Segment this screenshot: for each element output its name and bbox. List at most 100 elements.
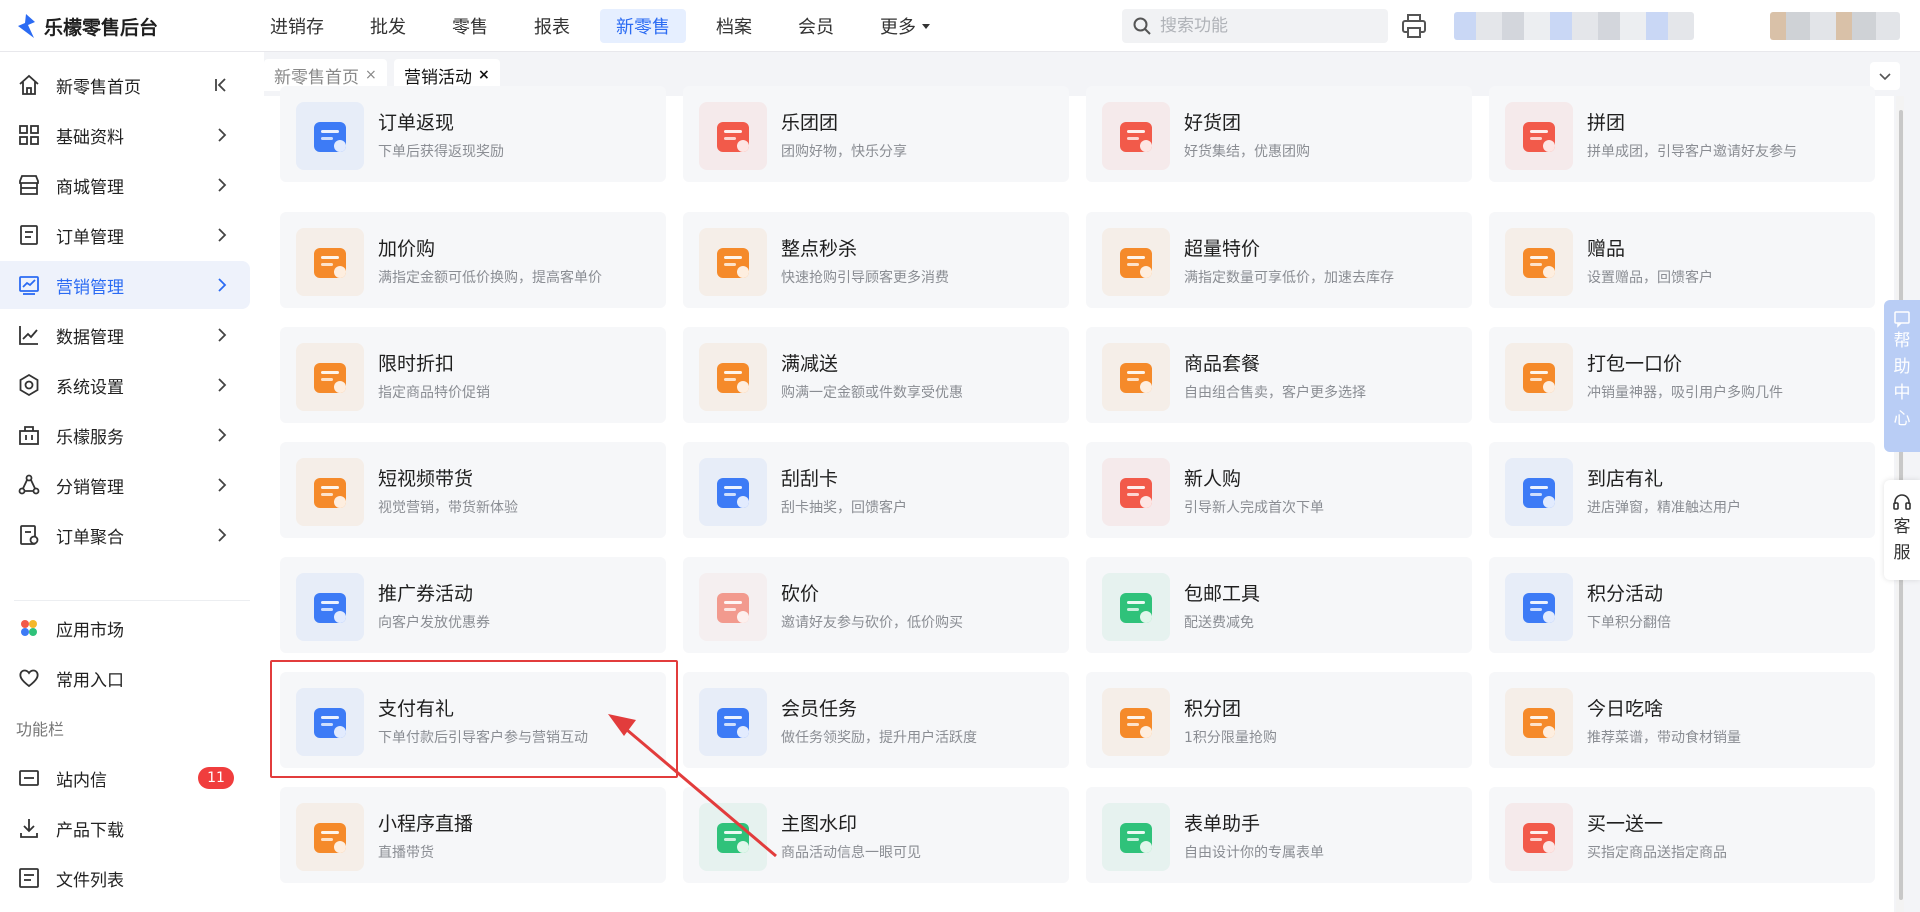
service-label-char: 服 bbox=[1893, 543, 1911, 563]
activity-card[interactable]: 积分活动 下单积分翻倍 bbox=[1489, 557, 1875, 653]
chevron-right-icon bbox=[218, 428, 227, 442]
activity-card[interactable]: 限时折扣 指定商品特价促销 bbox=[280, 327, 666, 423]
nav-wholesale[interactable]: 批发 bbox=[354, 9, 422, 43]
points-star-icon bbox=[1505, 573, 1573, 641]
sidebar-item-services[interactable]: 乐檬服务 bbox=[0, 411, 250, 459]
activity-title: 满减送 bbox=[781, 353, 839, 375]
activity-card[interactable]: 商品套餐 自由组合售卖，客户更多选择 bbox=[1086, 327, 1472, 423]
sidebar-item-label: 新零售首页 bbox=[56, 77, 141, 98]
sidebar-item-app-market[interactable]: 应用市场 bbox=[0, 604, 250, 652]
nav-reports[interactable]: 报表 bbox=[518, 9, 586, 43]
activity-title: 乐团团 bbox=[781, 112, 839, 134]
sidebar-item-order-aggregate[interactable]: 订单聚合 bbox=[0, 511, 250, 559]
activity-description: 购满一定金额或件数享受优惠 bbox=[781, 385, 963, 401]
activity-card[interactable]: 短视频带货 视觉营销，带货新体验 bbox=[280, 442, 666, 538]
add-price-icon bbox=[296, 228, 364, 296]
activity-title: 推广券活动 bbox=[378, 583, 474, 605]
nav-retail[interactable]: 零售 bbox=[436, 9, 504, 43]
search-box[interactable] bbox=[1122, 9, 1388, 43]
activity-card[interactable]: 超量特价 满指定数量可享低价，加速去库存 bbox=[1086, 212, 1472, 308]
nav-archive[interactable]: 档案 bbox=[700, 9, 768, 43]
activity-card[interactable]: 订单返现 下单后获得返现奖励 bbox=[280, 86, 666, 182]
activity-title: 赠品 bbox=[1587, 238, 1626, 260]
top-bar: 乐檬零售后台 进销存 批发 零售 报表 新零售 档案 会员 更多 bbox=[0, 0, 1920, 52]
activity-card[interactable]: 支付有礼下单付款后引导客户参与营销互动 bbox=[280, 672, 666, 768]
sidebar-item-marketing[interactable]: 营销管理 bbox=[0, 261, 250, 309]
sidebar-item-data[interactable]: 数据管理 bbox=[0, 311, 250, 359]
activity-card[interactable]: 乐团团 团购好物，快乐分享 bbox=[683, 86, 1069, 182]
activity-description: 下单付款后引导客户参与营销互动 bbox=[378, 730, 588, 746]
activity-card[interactable]: 积分团 1积分限量抢购 bbox=[1086, 672, 1472, 768]
sidebar-item-downloads[interactable]: 产品下载 bbox=[0, 804, 250, 852]
activity-card[interactable]: 好货团 好货集结，优惠团购 bbox=[1086, 86, 1472, 182]
activity-card[interactable]: 今日吃啥 推荐菜谱，带动食材销量 bbox=[1489, 672, 1875, 768]
activity-card[interactable]: 小程序直播 直播带货 bbox=[280, 787, 666, 883]
brand[interactable]: 乐檬零售后台 bbox=[14, 12, 158, 40]
activity-card[interactable]: 主图水印 商品活动信息一眼可见 bbox=[683, 787, 1069, 883]
activity-description: 推荐菜谱，带动食材销量 bbox=[1587, 730, 1741, 746]
sidebar-item-file-list[interactable]: 文件列表 bbox=[0, 854, 250, 902]
activity-title: 订单返现 bbox=[378, 112, 455, 134]
activity-card[interactable]: 刮刮卡 刮卡抽奖，回馈客户 bbox=[683, 442, 1069, 538]
message-icon bbox=[1894, 311, 1910, 328]
nav-new-retail[interactable]: 新零售 bbox=[600, 9, 686, 43]
activity-card[interactable]: 拼团 拼单成团，引导客户邀请好友参与 bbox=[1489, 86, 1875, 182]
sidebar-item-distribution[interactable]: 分销管理 bbox=[0, 461, 250, 509]
storefront-icon bbox=[1505, 458, 1573, 526]
sidebar-item-home[interactable]: 新零售首页 bbox=[0, 61, 250, 109]
close-icon[interactable]: × bbox=[478, 67, 490, 83]
activity-title: 表单助手 bbox=[1184, 813, 1261, 835]
alarm-clock-icon bbox=[296, 343, 364, 411]
search-input[interactable] bbox=[1160, 16, 1380, 36]
aggregate-icon bbox=[16, 522, 42, 548]
activity-card[interactable]: 满减送购满一定金额或件数享受优惠 bbox=[683, 327, 1069, 423]
nav-more[interactable]: 更多 bbox=[864, 9, 948, 43]
tab-dropdown-button[interactable] bbox=[1870, 62, 1900, 90]
price-tag-icon bbox=[1102, 228, 1170, 296]
activity-title: 短视频带货 bbox=[378, 468, 474, 490]
nav-members[interactable]: 会员 bbox=[782, 9, 850, 43]
sidebar-item-settings[interactable]: 系统设置 bbox=[0, 361, 250, 409]
activity-title: 支付有礼 bbox=[378, 698, 455, 720]
sidebar-item-label: 常用入口 bbox=[56, 670, 124, 691]
activity-title: 商品套餐 bbox=[1184, 353, 1261, 375]
activity-title: 砍价 bbox=[781, 583, 820, 605]
payment-card-icon bbox=[296, 688, 364, 756]
activity-card[interactable]: 买一送一 买指定商品送指定商品 bbox=[1489, 787, 1875, 883]
sidebar-item-messages[interactable]: 站内信 11 bbox=[0, 754, 250, 802]
activity-card[interactable]: 砍价 邀请好友参与砍价，低价购买 bbox=[683, 557, 1069, 653]
sidebar-item-favorites[interactable]: 常用入口 bbox=[0, 654, 250, 702]
heart-icon bbox=[16, 665, 42, 691]
chevron-right-icon bbox=[218, 528, 227, 542]
chevron-right-icon bbox=[218, 378, 227, 392]
activity-card[interactable]: 推广券活动 向客户发放优惠券 bbox=[280, 557, 666, 653]
group-buy-icon bbox=[699, 102, 767, 170]
activity-card[interactable]: 到店有礼 进店弹窗，精准触达用户 bbox=[1489, 442, 1875, 538]
activity-title: 打包一口价 bbox=[1587, 353, 1683, 375]
tab-label: 新零售首页 bbox=[274, 67, 359, 88]
app-market-icon bbox=[16, 615, 42, 641]
printer-icon[interactable] bbox=[1400, 12, 1428, 40]
nav-inventory[interactable]: 进销存 bbox=[254, 9, 340, 43]
activity-card[interactable]: 加价购 满指定金额可低价换购，提高客单价 bbox=[280, 212, 666, 308]
activity-card[interactable]: 表单助手 自由设计你的专属表单 bbox=[1086, 787, 1472, 883]
help-center-tab[interactable]: 帮 助 中 心 bbox=[1884, 300, 1920, 452]
unread-count-badge: 11 bbox=[198, 767, 234, 789]
collapse-sidebar-icon[interactable] bbox=[212, 75, 232, 95]
activity-card[interactable]: 包邮工具 配送费减免 bbox=[1086, 557, 1472, 653]
sidebar-item-orders[interactable]: 订单管理 bbox=[0, 211, 250, 259]
activity-card[interactable]: 新人购 引导新人完成首次下单 bbox=[1086, 442, 1472, 538]
sidebar-item-mall[interactable]: 商城管理 bbox=[0, 161, 250, 209]
coupon-icon bbox=[296, 573, 364, 641]
user-avatar-blurred[interactable] bbox=[1770, 12, 1900, 40]
close-icon[interactable]: × bbox=[365, 67, 377, 83]
activity-card[interactable]: 会员任务 做任务领奖励，提升用户活跃度 bbox=[683, 672, 1069, 768]
activity-card[interactable]: 整点秒杀 快速抢购引导顾客更多消费 bbox=[683, 212, 1069, 308]
activity-card[interactable]: 赠品 设置赠品，回馈客户 bbox=[1489, 212, 1875, 308]
activity-title: 刮刮卡 bbox=[781, 468, 839, 490]
activity-title: 会员任务 bbox=[781, 698, 858, 720]
customer-service-tab[interactable]: 客 服 bbox=[1884, 480, 1920, 580]
activity-card[interactable]: 打包一口价 冲销量神器，吸引用户多购几件 bbox=[1489, 327, 1875, 423]
sidebar-item-basic-data[interactable]: 基础资料 bbox=[0, 111, 250, 159]
store-icon bbox=[16, 172, 42, 198]
